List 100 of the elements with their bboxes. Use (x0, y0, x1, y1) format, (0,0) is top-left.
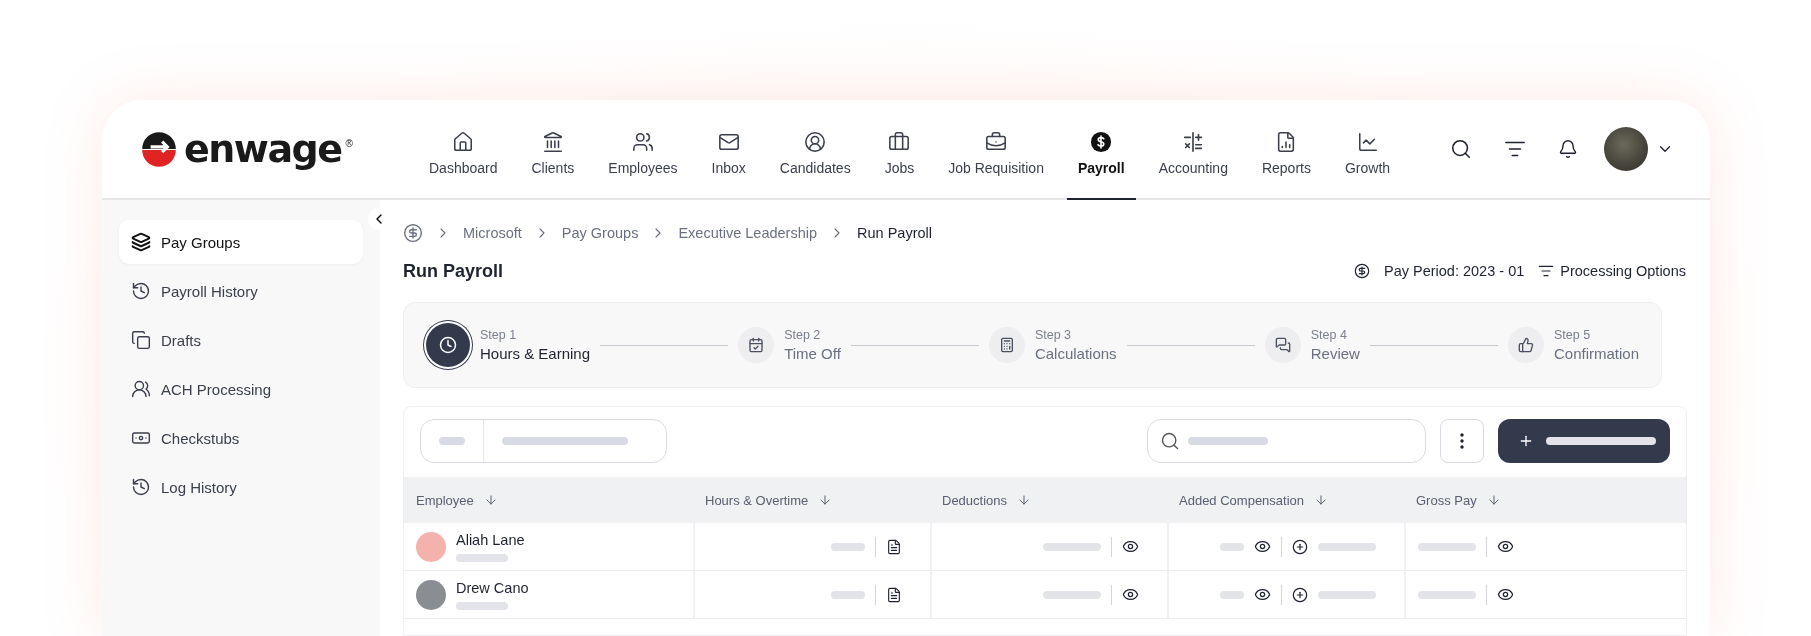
sidebar-item[interactable]: Drafts (119, 318, 363, 362)
nav-tab[interactable]: Growth (1333, 100, 1402, 200)
user-avatar[interactable] (1604, 127, 1648, 171)
skeleton-bar (831, 542, 865, 551)
breadcrumb-link[interactable]: Pay Groups (561, 225, 639, 241)
employee-avatar (416, 579, 446, 610)
dollar-icon (1090, 130, 1113, 153)
search-icon[interactable] (1450, 138, 1472, 160)
step-indicator[interactable] (738, 327, 775, 363)
sidebar-item[interactable]: Checkstubs (119, 416, 363, 460)
plus-circle-icon[interactable] (1292, 538, 1308, 555)
sidebar-item[interactable]: Payroll History (119, 269, 363, 313)
step-number: Step 5 (1553, 328, 1592, 342)
briefcase-icon (985, 130, 1008, 153)
employee-name: Drew Cano (456, 579, 529, 596)
history-icon (131, 281, 151, 301)
more-icon (1460, 433, 1464, 449)
chat-icon (1274, 337, 1291, 353)
search-icon (1160, 431, 1180, 451)
step-indicator[interactable] (426, 323, 470, 367)
processing-options-link[interactable]: Processing Options (1560, 263, 1686, 279)
plus-circle-icon[interactable] (1292, 586, 1308, 603)
home-icon (452, 130, 475, 153)
clock-icon (439, 336, 457, 354)
column-header[interactable]: Added Compensation (1167, 477, 1404, 523)
skeleton-bar (831, 590, 865, 599)
step-number: Step 2 (784, 328, 822, 342)
step-label[interactable]: Hours & Earning (480, 345, 591, 362)
dollar-icon (1354, 263, 1370, 279)
skeleton-bar (1418, 590, 1476, 599)
document-icon[interactable] (886, 586, 902, 603)
nav-tab[interactable]: Dashboard (418, 100, 509, 200)
calculator-icon (998, 337, 1015, 353)
skeleton-bar (1318, 590, 1376, 599)
nav-tab[interactable]: Job Requisition (937, 100, 1055, 200)
eye-icon[interactable] (1254, 586, 1271, 603)
step-indicator[interactable] (1507, 327, 1544, 363)
breadcrumb-link[interactable]: Run Payroll (857, 225, 932, 241)
sidebar-item[interactable]: ACH Processing (119, 367, 363, 411)
eye-icon[interactable] (1497, 538, 1514, 555)
eye-icon[interactable] (1122, 538, 1139, 555)
people-icon (631, 130, 654, 153)
page-title: Run Payroll (403, 260, 504, 282)
calendar-icon (748, 337, 765, 353)
eye-icon[interactable] (1497, 586, 1514, 603)
registered-mark: ® (345, 138, 353, 149)
pay-period-label: Pay Period: 2023 - 01 (1384, 263, 1525, 279)
breadcrumb-link[interactable]: Microsoft (463, 225, 522, 241)
math-symbols-icon (1182, 130, 1205, 153)
nav-tab[interactable]: Payroll (1066, 100, 1136, 200)
dollar-icon (403, 223, 423, 243)
skeleton-bar (1220, 590, 1244, 599)
nav-tab[interactable]: Jobs (873, 100, 926, 200)
step-number: Step 1 (480, 328, 518, 342)
nav-tab[interactable]: Accounting (1147, 100, 1239, 200)
step-label[interactable]: Time Off (784, 345, 841, 362)
skeleton-bar (456, 553, 508, 562)
nav-tab[interactable]: Reports (1250, 100, 1322, 200)
chart-icon (1356, 130, 1379, 153)
eye-icon[interactable] (1122, 586, 1139, 603)
plus-icon (1518, 433, 1534, 449)
employee-avatar (416, 531, 446, 562)
sliders-icon[interactable] (1538, 263, 1555, 279)
people-icon (131, 379, 151, 399)
sidebar-item[interactable]: Pay Groups (119, 220, 363, 264)
skeleton-bar (456, 601, 508, 610)
nav-tab[interactable]: Clients (520, 100, 586, 200)
step-number: Step 4 (1310, 328, 1348, 342)
column-header[interactable]: Hours & Overtime (693, 477, 930, 523)
history-icon (131, 477, 151, 497)
nav-tab[interactable]: Employees (597, 100, 689, 200)
search-field[interactable] (1147, 419, 1426, 463)
document-icon[interactable] (886, 538, 902, 555)
eye-icon[interactable] (1254, 538, 1271, 555)
skeleton-bar (1418, 542, 1476, 551)
column-header[interactable]: Gross Pay (1404, 477, 1686, 523)
user-circle-icon (804, 130, 827, 153)
nav-tab[interactable]: Inbox (700, 100, 757, 200)
step-label[interactable]: Calculations (1034, 345, 1117, 362)
nav-tab[interactable]: Candidates (768, 100, 862, 200)
step-number: Step 3 (1034, 328, 1073, 342)
step-indicator[interactable] (1264, 327, 1301, 363)
breadcrumb-link[interactable]: Executive Leadership (678, 225, 818, 241)
add-button[interactable] (1498, 419, 1670, 463)
copy-icon (131, 330, 151, 350)
skeleton-bar (1220, 542, 1244, 551)
skeleton-bar (1043, 590, 1101, 599)
logo-text: enwage (184, 127, 342, 171)
layers-icon (131, 232, 151, 252)
step-indicator[interactable] (988, 327, 1025, 363)
skeleton-bar (1318, 542, 1376, 551)
skeleton-bar (439, 437, 465, 445)
step-label[interactable]: Confirmation (1553, 345, 1639, 362)
column-header[interactable]: Deductions (930, 477, 1167, 523)
sidebar-item[interactable]: Log History (119, 465, 363, 509)
step-label[interactable]: Review (1310, 345, 1360, 362)
employee-name: Aliah Lane (456, 531, 525, 548)
column-header[interactable]: Employee (404, 477, 693, 523)
bank-icon (541, 130, 564, 153)
notification-icon[interactable] (1558, 139, 1578, 159)
